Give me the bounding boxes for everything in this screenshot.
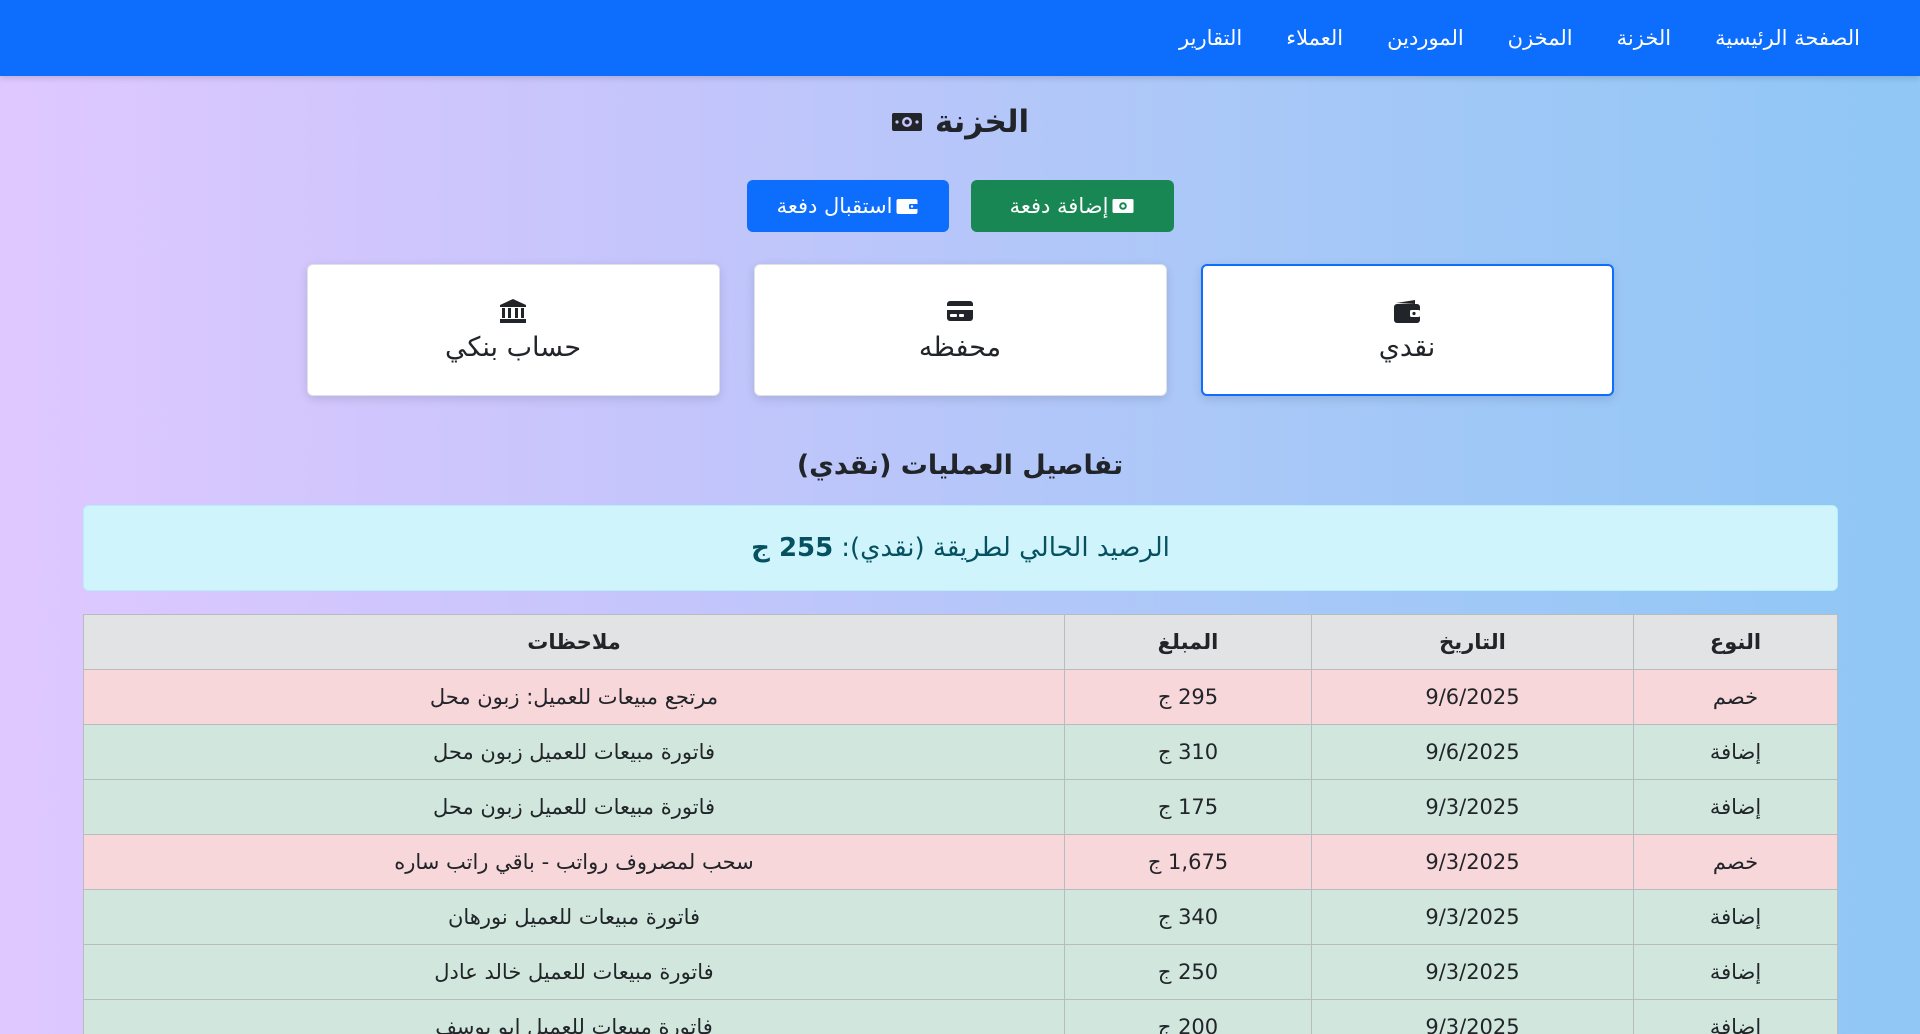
nav-item-home[interactable]: الصفحة الرئيسية: [1715, 26, 1860, 50]
cell-amount: 200 ج: [1064, 999, 1312, 1034]
cell-notes: فاتورة مبيعات للعميل نورهان: [83, 889, 1065, 945]
bank-icon: [500, 298, 526, 323]
page-title: الخزنة: [0, 104, 1920, 140]
table-row: إضافة 9/3/2025 250 ج فاتورة مبيعات للعميل خ…: [83, 944, 1838, 1000]
top-navbar: الصفحة الرئيسية الخزنة المخزن الموردين ا…: [0, 0, 1920, 76]
method-label-wallet: محفظه: [918, 331, 1002, 363]
cell-notes: فاتورة مبيعات للعميل ابو يوسف: [83, 999, 1065, 1034]
nav-item-suppliers[interactable]: الموردين: [1387, 26, 1464, 50]
cell-date: 9/3/2025: [1311, 834, 1634, 890]
nav-item-warehouse[interactable]: المخزن: [1508, 26, 1573, 50]
cell-type: إضافة: [1633, 944, 1838, 1000]
transactions-table-wrapper: النوع التاريخ المبلغ ملاحظات خصم 9/6/2025…: [83, 614, 1838, 1034]
header-notes: ملاحظات: [83, 614, 1065, 670]
cell-notes: سحب لمصروف رواتب - باقي راتب ساره: [83, 834, 1065, 890]
cell-notes: فاتورة مبيعات للعميل خالد عادل: [83, 944, 1065, 1000]
cell-amount: 175 ج: [1064, 779, 1312, 835]
method-card-wallet[interactable]: محفظه: [753, 264, 1167, 396]
cell-date: 9/6/2025: [1311, 724, 1634, 780]
header-amount: المبلغ: [1064, 614, 1312, 670]
add-payment-label: إضافة دفعة: [1009, 194, 1109, 218]
header-type: النوع: [1633, 614, 1838, 670]
cell-type: إضافة: [1633, 724, 1838, 780]
cell-date: 9/3/2025: [1311, 944, 1634, 1000]
credit-card-icon: [947, 300, 973, 321]
nav-item-customers[interactable]: العملاء: [1286, 26, 1343, 50]
nav-item-treasury[interactable]: الخزنة: [1617, 26, 1671, 50]
method-card-cash[interactable]: نقدي: [1200, 264, 1614, 396]
cell-amount: 340 ج: [1064, 889, 1312, 945]
table-row: إضافة 9/3/2025 340 ج فاتورة مبيعات للعميل ن…: [83, 889, 1838, 945]
transactions-table: النوع التاريخ المبلغ ملاحظات خصم 9/6/2025…: [83, 614, 1838, 1034]
receive-payment-label: استقبال دفعة: [776, 194, 893, 218]
cell-type: خصم: [1633, 669, 1838, 725]
table-row: إضافة 9/3/2025 175 ج فاتورة مبيعات للعميل ز…: [83, 779, 1838, 835]
header-date: التاريخ: [1311, 614, 1634, 670]
cell-amount: 1,675 ج: [1064, 834, 1312, 890]
receive-payment-button[interactable]: استقبال دفعة: [746, 180, 949, 232]
table-body: خصم 9/6/2025 295 ج مرتجع مبيعات للعميل: زبو…: [83, 669, 1838, 1034]
wallet-icon: [1394, 299, 1420, 323]
cell-date: 9/3/2025: [1311, 779, 1634, 835]
cell-type: إضافة: [1633, 779, 1838, 835]
cell-notes: فاتورة مبيعات للعميل زبون محل: [83, 779, 1065, 835]
table-row: خصم 9/6/2025 295 ج مرتجع مبيعات للعميل: زبو…: [83, 669, 1838, 725]
balance-value: 255 ج: [751, 533, 834, 563]
cell-date: 9/3/2025: [1311, 999, 1634, 1034]
wallet-icon: [896, 199, 919, 214]
money-bill-icon: [891, 113, 922, 131]
transactions-heading: تفاصيل العمليات (نقدي): [796, 450, 1124, 481]
table-row: خصم 9/3/2025 1,675 ج سحب لمصروف رواتب - باق…: [83, 834, 1838, 890]
add-payment-button[interactable]: إضافة دفعة: [970, 180, 1174, 232]
payment-method-cards: نقدي محفظه حساب بنكي: [0, 264, 1920, 396]
balance-alert: الرصيد الحالي لطريقة (نقدي): 255 ج: [83, 505, 1838, 591]
cell-notes: مرتجع مبيعات للعميل: زبون محل: [83, 669, 1065, 725]
payment-actions: إضافة دفعة استقبال دفعة: [0, 180, 1920, 232]
nav-item-reports[interactable]: التقارير: [1179, 26, 1242, 50]
money-bill-icon: [1112, 199, 1134, 213]
cell-amount: 295 ج: [1064, 669, 1312, 725]
cell-type: إضافة: [1633, 889, 1838, 945]
table-row: إضافة 9/3/2025 200 ج فاتورة مبيعات للعميل ا…: [83, 999, 1838, 1034]
cell-notes: فاتورة مبيعات للعميل زبون محل: [83, 724, 1065, 780]
cell-type: إضافة: [1633, 999, 1838, 1034]
cell-date: 9/3/2025: [1311, 889, 1634, 945]
cell-amount: 310 ج: [1064, 724, 1312, 780]
method-label-cash: نقدي: [1378, 331, 1436, 363]
cell-date: 9/6/2025: [1311, 669, 1634, 725]
method-card-bank[interactable]: حساب بنكي: [306, 264, 720, 396]
method-label-bank: حساب بنكي: [444, 331, 582, 363]
balance-label: الرصيد الحالي لطريقة (نقدي):: [841, 533, 1170, 563]
nav-menu: الصفحة الرئيسية الخزنة المخزن الموردين ا…: [1179, 0, 1860, 76]
cell-type: خصم: [1633, 834, 1838, 890]
table-header-row: النوع التاريخ المبلغ ملاحظات: [83, 614, 1838, 670]
cell-amount: 250 ج: [1064, 944, 1312, 1000]
page-title-text: الخزنة: [934, 104, 1030, 140]
table-row: إضافة 9/6/2025 310 ج فاتورة مبيعات للعميل ز…: [83, 724, 1838, 780]
